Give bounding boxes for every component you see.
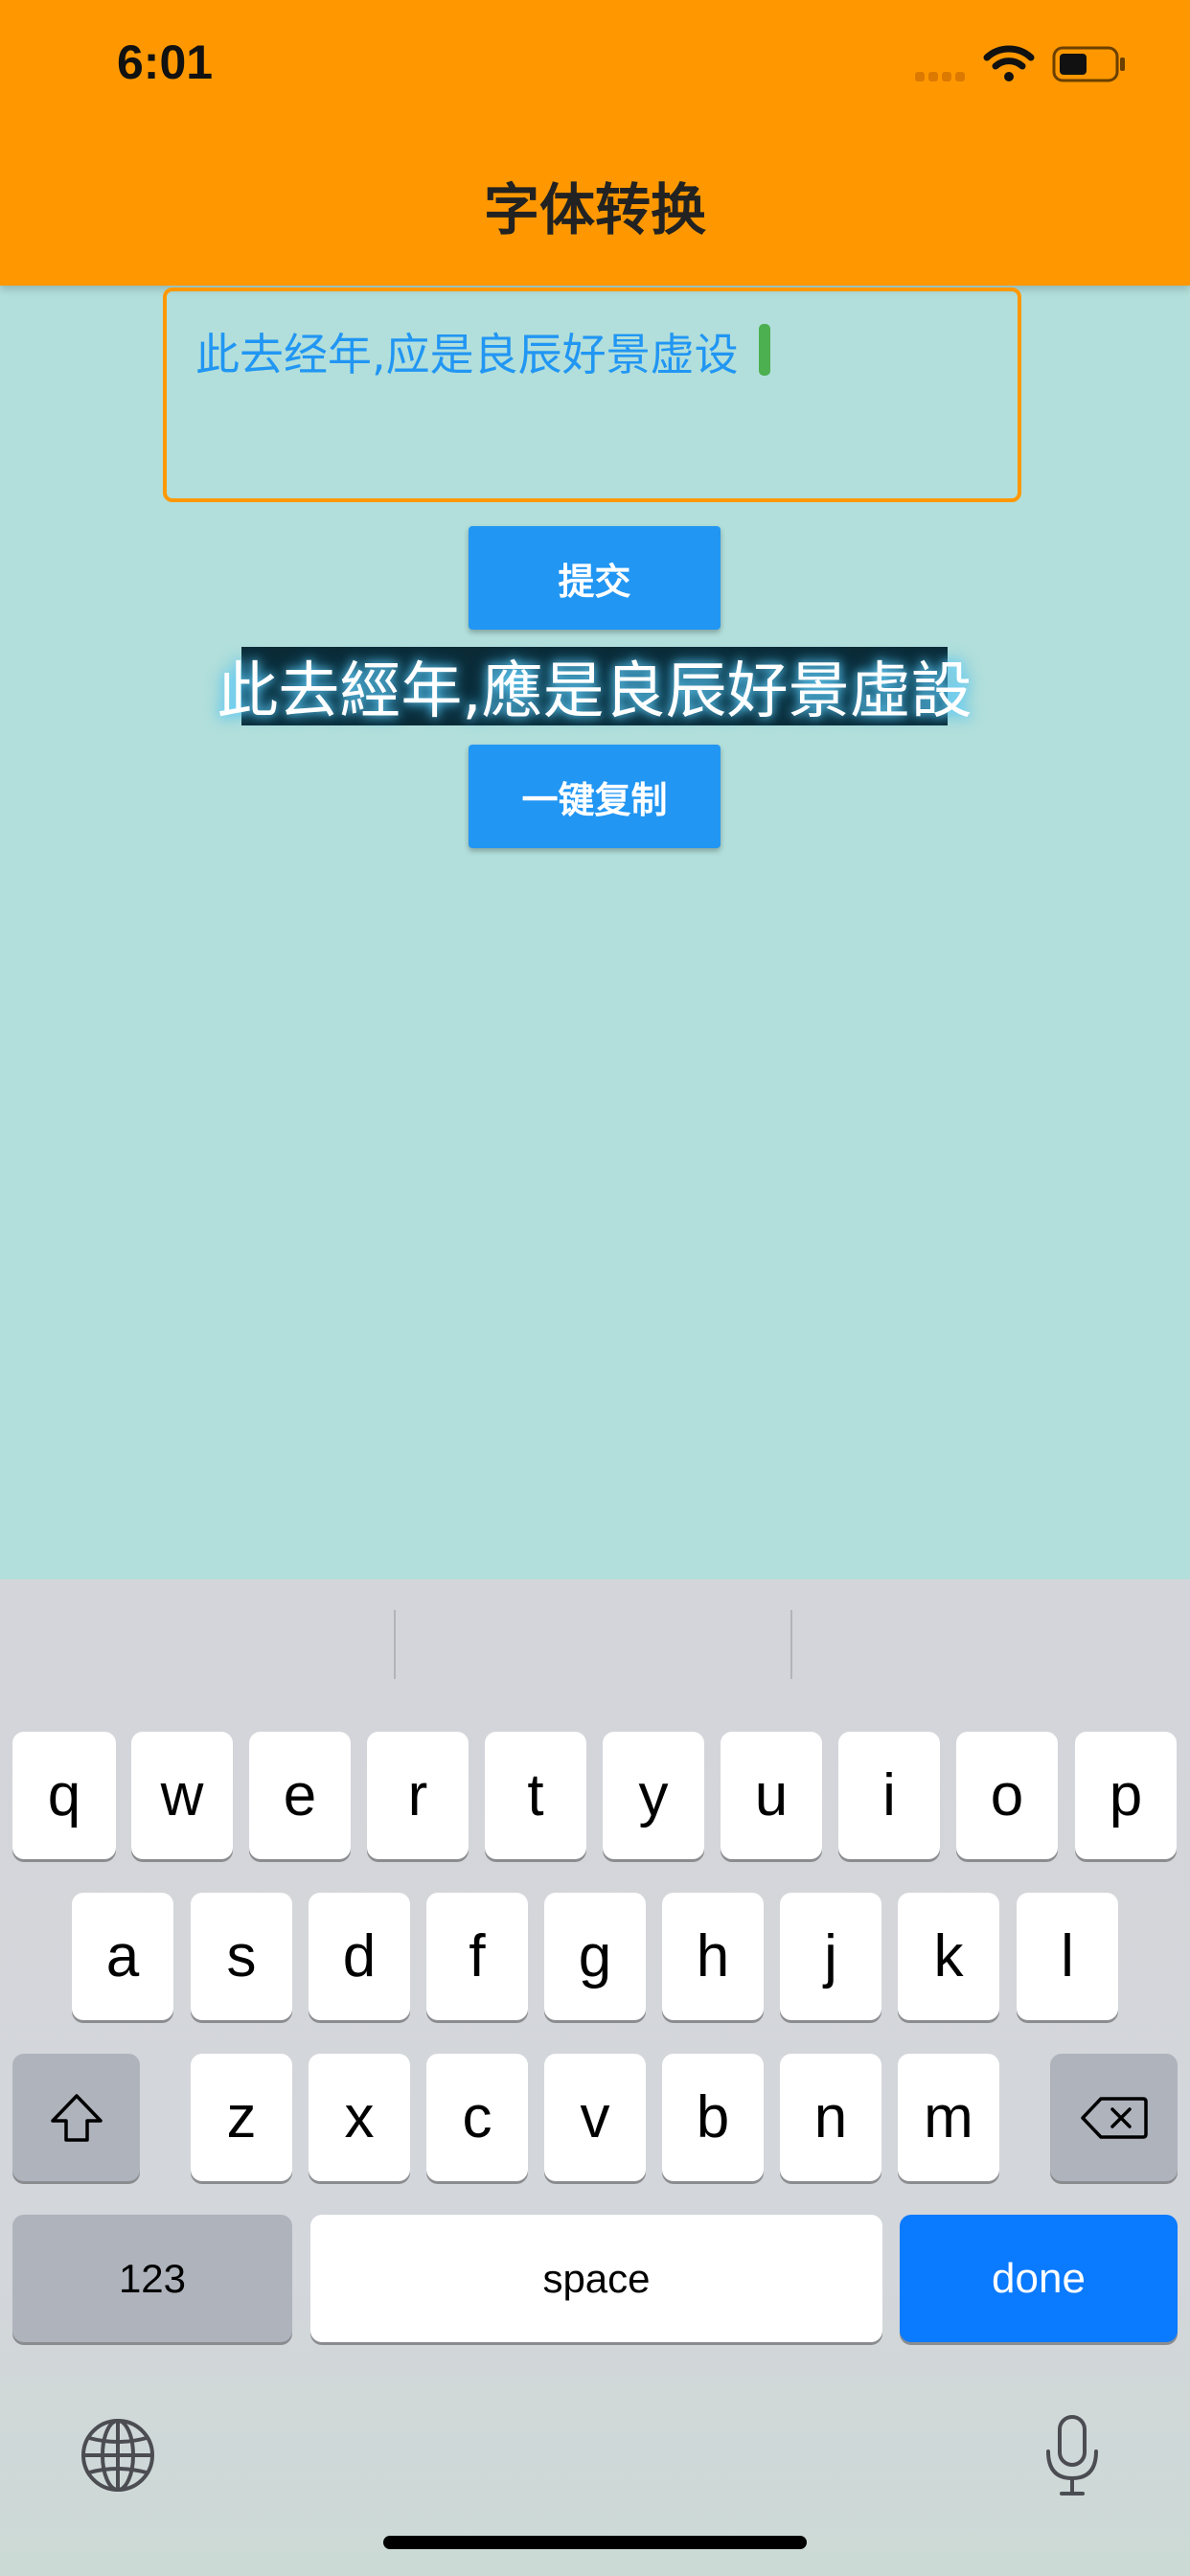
- key-h[interactable]: h: [662, 1893, 764, 2020]
- converted-text: 此去經年,應是良辰好景虛設: [217, 647, 973, 727]
- app-header: 6:01 字体转换: [0, 0, 1190, 286]
- key-d[interactable]: d: [309, 1893, 410, 2020]
- key-g[interactable]: g: [544, 1893, 646, 2020]
- text-input-field[interactable]: 此去经年,应是良辰好景虚设: [163, 288, 1021, 502]
- key-o[interactable]: o: [956, 1732, 1058, 1859]
- numbers-key[interactable]: 123: [12, 2215, 292, 2342]
- backspace-key[interactable]: [1050, 2054, 1178, 2181]
- key-v[interactable]: v: [544, 2054, 646, 2181]
- shift-icon: [50, 2093, 103, 2142]
- key-s[interactable]: s: [191, 1893, 292, 2020]
- key-b[interactable]: b: [662, 2054, 764, 2181]
- key-a[interactable]: a: [72, 1893, 173, 2020]
- backspace-icon: [1080, 2096, 1148, 2139]
- key-p[interactable]: p: [1075, 1732, 1177, 1859]
- space-key[interactable]: space: [310, 2215, 882, 2342]
- key-u[interactable]: u: [721, 1732, 822, 1859]
- page-title: 字体转换: [483, 177, 706, 242]
- globe-icon[interactable]: [80, 2417, 156, 2494]
- copy-button[interactable]: 一键复制: [469, 745, 721, 848]
- suggestion-divider: [790, 1610, 792, 1679]
- key-x[interactable]: x: [309, 2054, 410, 2181]
- text-cursor: [759, 324, 770, 376]
- key-k[interactable]: k: [898, 1893, 999, 2020]
- input-value: 此去经年,应是良辰好景虚设: [195, 329, 739, 380]
- cellular-signal-icon: [915, 67, 971, 81]
- key-w[interactable]: w: [131, 1732, 233, 1859]
- key-c[interactable]: c: [426, 2054, 528, 2181]
- status-time: 6:01: [117, 35, 214, 89]
- key-i[interactable]: i: [838, 1732, 940, 1859]
- key-q[interactable]: q: [12, 1732, 116, 1859]
- suggestion-divider: [394, 1610, 396, 1679]
- microphone-icon[interactable]: [1042, 2413, 1102, 2499]
- key-t[interactable]: t: [485, 1732, 586, 1859]
- shift-key[interactable]: [12, 2054, 140, 2181]
- key-f[interactable]: f: [426, 1893, 528, 2020]
- battery-icon: [1052, 46, 1125, 82]
- key-y[interactable]: y: [603, 1732, 704, 1859]
- submit-button[interactable]: 提交: [469, 526, 721, 630]
- key-m[interactable]: m: [898, 2054, 999, 2181]
- wifi-icon: [983, 45, 1035, 81]
- key-n[interactable]: n: [780, 2054, 881, 2181]
- home-indicator[interactable]: [383, 2536, 807, 2549]
- done-key[interactable]: done: [900, 2215, 1178, 2342]
- key-z[interactable]: z: [191, 2054, 292, 2181]
- key-j[interactable]: j: [780, 1893, 881, 2020]
- key-e[interactable]: e: [249, 1732, 351, 1859]
- key-l[interactable]: l: [1017, 1893, 1118, 2020]
- key-r[interactable]: r: [367, 1732, 469, 1859]
